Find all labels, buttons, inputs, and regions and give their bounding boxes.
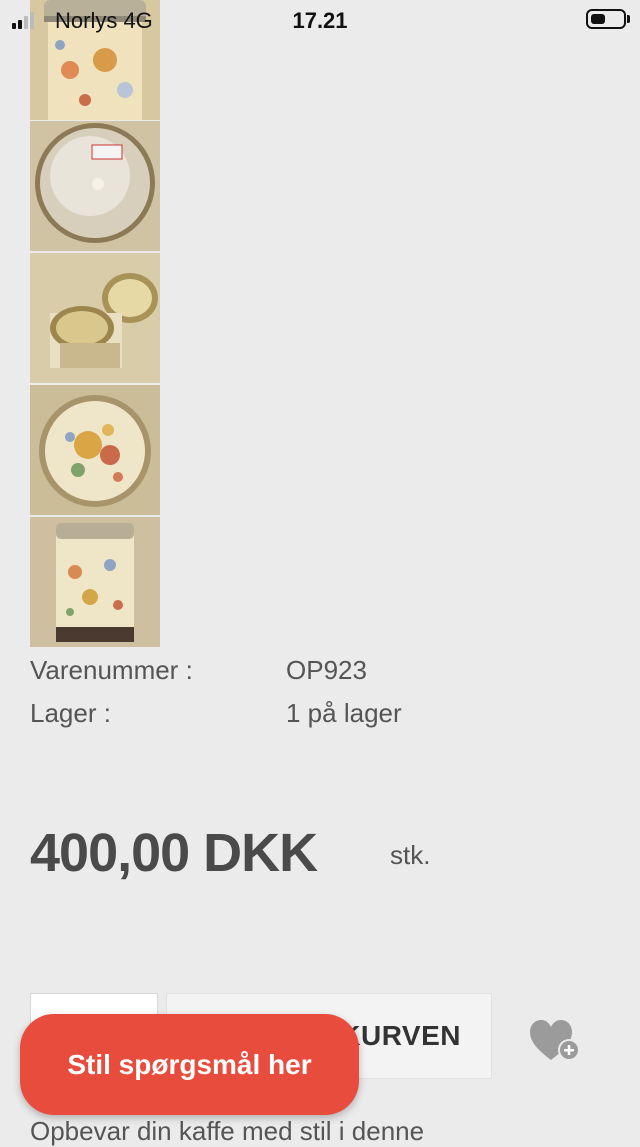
product-price: 400,00 DKK <box>30 823 318 883</box>
stock-label: Lager : <box>30 698 111 728</box>
stock-value: 1 på lager <box>286 698 402 728</box>
battery-icon <box>586 9 626 29</box>
status-time: 17.21 <box>292 8 348 33</box>
product-thumbnail-2[interactable] <box>30 121 160 251</box>
price-unit: stk. <box>390 840 431 870</box>
status-bar: Norlys 4G 17.21 <box>0 0 640 40</box>
battery-tip <box>627 15 630 23</box>
tin-open-image <box>30 253 160 383</box>
tin-lid-pattern-image <box>30 385 160 515</box>
product-thumbnail-3[interactable] <box>30 253 160 383</box>
description-preview: Opbevar din kaffe med stil i denne <box>30 1116 425 1146</box>
item-number-value: OP923 <box>286 655 367 685</box>
tin-bottom-image <box>30 121 160 251</box>
item-number-label: Varenummer : <box>30 655 193 685</box>
ask-question-button[interactable]: Stil spørgsmål her <box>20 1014 359 1115</box>
tin-full-image <box>30 517 160 647</box>
product-thumbnail-5[interactable] <box>30 517 160 647</box>
add-to-wishlist-heart-icon[interactable] <box>528 1018 582 1064</box>
product-thumbnail-4[interactable] <box>30 385 160 515</box>
